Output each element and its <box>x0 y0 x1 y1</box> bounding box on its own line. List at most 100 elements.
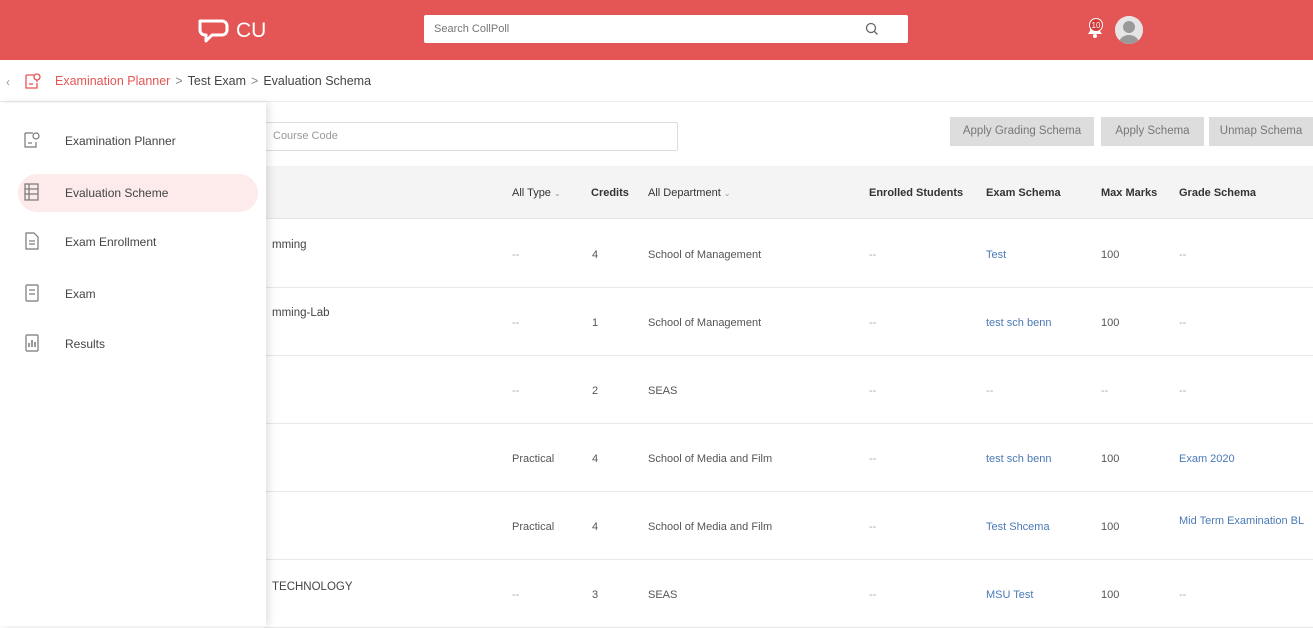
results-icon <box>25 334 39 352</box>
breadcrumb-item-evaluation-schema: Evaluation Schema <box>263 74 372 88</box>
planner-icon <box>25 73 41 89</box>
search-box[interactable] <box>424 15 908 43</box>
chevron-down-icon: ⌄ <box>553 189 561 198</box>
header-department: All Department <box>648 187 721 199</box>
sidebar-item-label: Exam <box>65 287 96 301</box>
sidebar-item-label: Exam Enrollment <box>65 235 157 249</box>
table-row[interactable]: -- 2 SEAS -- -- -- -- <box>264 356 1313 424</box>
course-department: SEAS <box>648 589 678 601</box>
course-department: SEAS <box>648 385 678 397</box>
grade-schema: -- <box>1179 249 1187 261</box>
grade-schema-link[interactable]: Mid Term Examination BL <box>1179 513 1309 529</box>
breadcrumb-separator: > <box>175 74 183 88</box>
unmap-schema-button[interactable]: Unmap Schema <box>1209 117 1313 146</box>
course-credits: 3 <box>592 589 599 601</box>
course-name: TECHNOLOGY <box>272 581 353 593</box>
grade-schema-link[interactable]: Exam 2020 <box>1179 453 1235 465</box>
exam-schema-link[interactable]: test sch benn <box>986 317 1051 329</box>
course-name: mming <box>272 239 307 251</box>
sidebar-item-examination-planner[interactable]: Examination Planner <box>18 122 258 160</box>
header-type: All Type <box>512 187 551 199</box>
max-marks: 100 <box>1101 317 1120 329</box>
exam-schema-link: -- <box>986 385 994 397</box>
table-row[interactable]: Practical 4 School of Media and Film -- … <box>264 492 1313 560</box>
table-row[interactable]: Practical 4 School of Media and Film -- … <box>264 424 1313 492</box>
enrolled-count: -- <box>869 317 877 329</box>
sidebar: Examination Planner Evaluation Scheme Ex… <box>0 103 266 626</box>
sidebar-item-label: Results <box>65 337 106 351</box>
table-row[interactable]: TECHNOLOGY -- 3 SEAS -- MSU Test 100 -- <box>264 560 1313 628</box>
breadcrumb-separator: > <box>251 74 259 88</box>
enrollment-icon <box>25 232 39 250</box>
course-credits: 4 <box>592 521 599 533</box>
course-type: -- <box>512 317 520 329</box>
top-bar: CU 10 <box>0 0 1313 60</box>
grade-schema: -- <box>1179 317 1187 329</box>
enrolled-count: -- <box>869 453 877 465</box>
course-credits: 4 <box>592 249 599 261</box>
course-credits: 2 <box>592 385 599 397</box>
grade-schema: -- <box>1179 385 1187 397</box>
sidebar-item-label: Evaluation Scheme <box>65 186 169 200</box>
exam-schema-link[interactable]: Test <box>986 249 1006 261</box>
back-icon[interactable]: ‹ <box>6 75 10 89</box>
grade-schema: -- <box>1179 589 1187 601</box>
logo[interactable]: CU <box>196 16 266 46</box>
course-type: Practical <box>512 521 555 533</box>
logo-text: CU <box>236 19 267 42</box>
sidebar-item-results[interactable]: Results <box>18 325 258 363</box>
sidebar-item-exam[interactable]: Exam <box>18 275 258 313</box>
course-type: -- <box>512 385 520 397</box>
exam-schema-link[interactable]: test sch benn <box>986 453 1051 465</box>
enrolled-count: -- <box>869 589 877 601</box>
max-marks: -- <box>1101 385 1109 397</box>
avatar[interactable] <box>1115 16 1143 44</box>
header-max-marks: Max Marks <box>1101 187 1158 199</box>
course-code-input[interactable]: Course Code <box>264 122 678 151</box>
user-icon <box>1115 16 1143 44</box>
schema-icon <box>24 183 39 201</box>
course-credits: 4 <box>592 453 599 465</box>
course-department: School of Media and Film <box>648 521 773 533</box>
filter-department[interactable]: All Department ⌄ <box>648 187 730 199</box>
table-row[interactable]: mming-Lab -- 1 School of Management -- t… <box>264 288 1313 356</box>
search-input[interactable] <box>424 15 864 43</box>
sidebar-item-exam-enrollment[interactable]: Exam Enrollment <box>18 223 258 261</box>
enrolled-count: -- <box>869 521 877 533</box>
enrolled-count: -- <box>869 249 877 261</box>
max-marks: 100 <box>1101 589 1120 601</box>
course-department: School of Media and Film <box>648 453 773 465</box>
max-marks: 100 <box>1101 453 1120 465</box>
max-marks: 100 <box>1101 249 1120 261</box>
exam-schema-link[interactable]: Test Shcema <box>986 521 1050 533</box>
breadcrumb: ‹ Examination Planner > Test Exam > Eval… <box>0 62 1313 102</box>
course-type: -- <box>512 249 520 261</box>
apply-schema-button[interactable]: Apply Schema <box>1101 117 1204 146</box>
breadcrumb-trail: Examination Planner > Test Exam > Evalua… <box>55 74 371 88</box>
header-credits: Credits <box>591 187 629 199</box>
notification-badge: 10 <box>1089 18 1103 32</box>
enrolled-count: -- <box>869 385 877 397</box>
exam-schema-link[interactable]: MSU Test <box>986 589 1033 601</box>
filter-type[interactable]: All Type ⌄ <box>512 187 561 199</box>
breadcrumb-item-test-exam[interactable]: Test Exam <box>188 74 246 88</box>
header-enrolled-students: Enrolled Students <box>869 187 964 199</box>
breadcrumb-item-examination-planner[interactable]: Examination Planner <box>55 74 170 88</box>
course-department: School of Management <box>648 249 762 261</box>
chat-logo-icon <box>198 19 229 43</box>
exam-icon <box>25 284 39 302</box>
apply-grading-schema-button[interactable]: Apply Grading Schema <box>950 117 1094 146</box>
table-header: All Type ⌄ Credits All Department ⌄ Enroll… <box>264 166 1313 219</box>
planner-icon <box>24 132 40 148</box>
table-row[interactable]: mming -- 4 School of Management -- Test … <box>264 220 1313 288</box>
course-name: mming-Lab <box>272 307 330 319</box>
sidebar-item-label: Examination Planner <box>65 134 176 148</box>
course-department: School of Management <box>648 317 762 329</box>
course-type: -- <box>512 589 520 601</box>
header-exam-schema: Exam Schema <box>986 187 1061 199</box>
chevron-down-icon: ⌄ <box>723 189 731 198</box>
sidebar-item-evaluation-scheme[interactable]: Evaluation Scheme <box>18 174 258 212</box>
course-credits: 1 <box>592 317 599 329</box>
header-grade-schema: Grade Schema <box>1179 187 1257 199</box>
search-icon[interactable] <box>864 21 880 37</box>
